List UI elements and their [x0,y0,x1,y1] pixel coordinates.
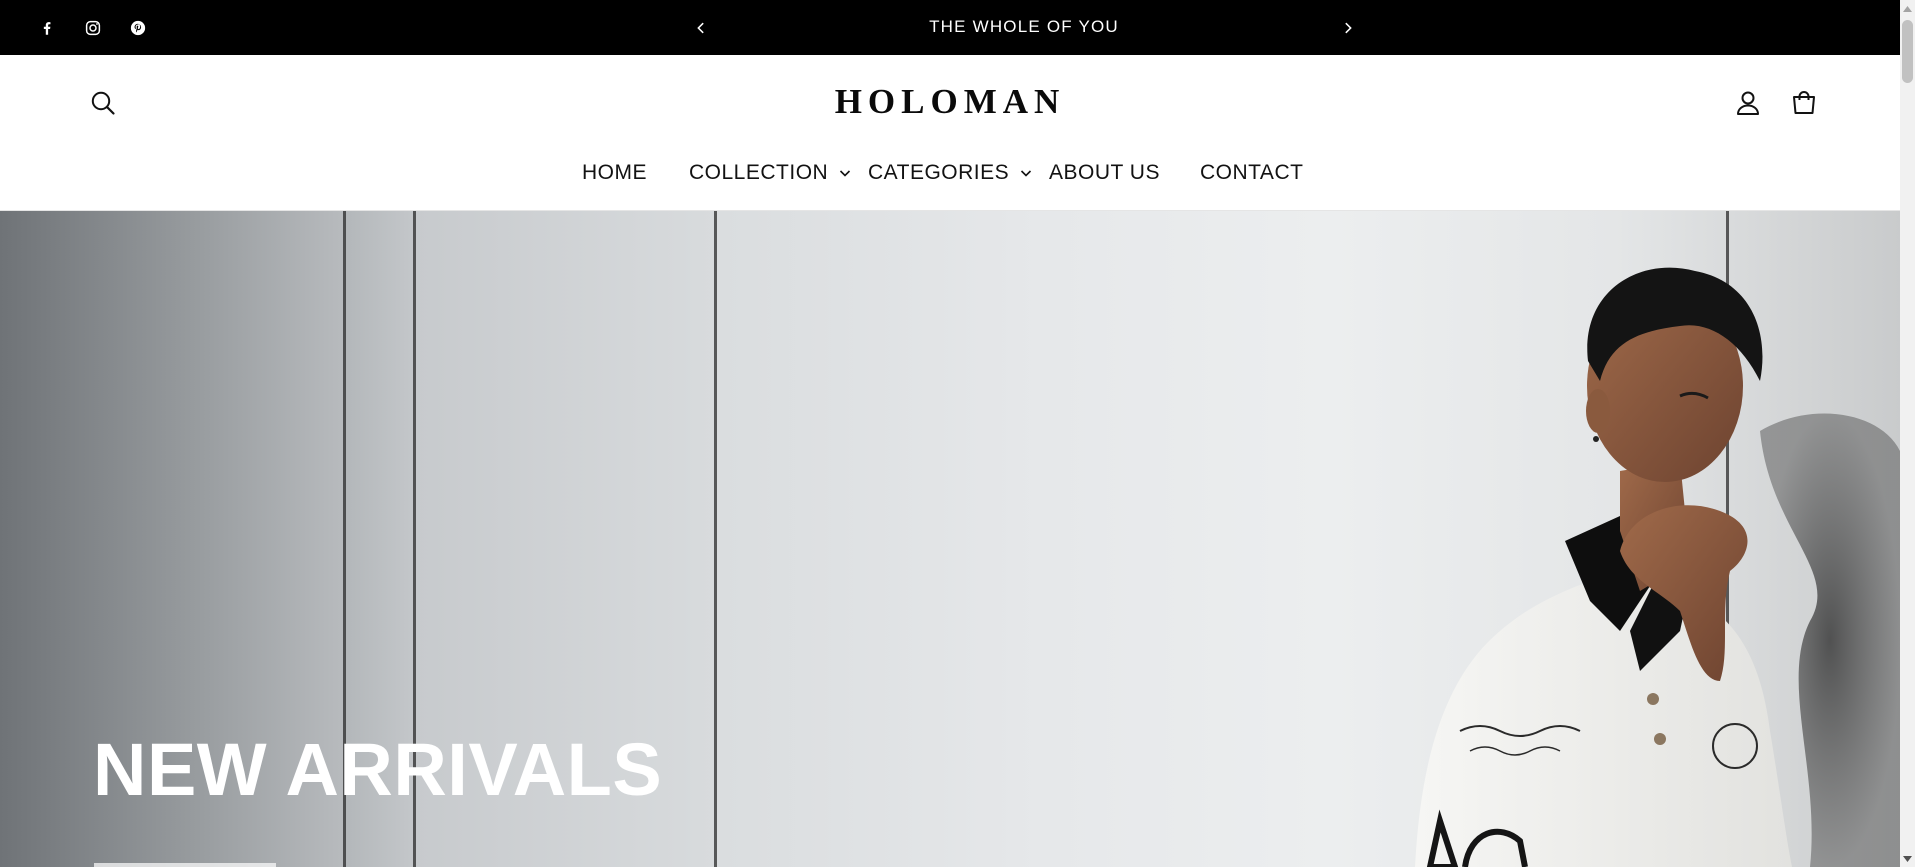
announcement-next-button[interactable] [1333,0,1363,55]
hero-banner: NEW ARRIVALS [0,211,1900,867]
nav-item-label: CATEGORIES [868,161,1010,184]
search-icon [91,91,115,115]
page-scrollbar[interactable] [1900,0,1915,867]
cart-icon [1793,91,1815,114]
scrollbar-thumb[interactable] [1902,20,1913,83]
site-header: HOLOMAN HOME COLLECTION CATEGORIES ABOUT… [0,55,1900,211]
nav-item-about-us[interactable]: ABOUT US [1049,153,1160,193]
hero-shop-button[interactable] [94,863,276,867]
nav-item-label: COLLECTION [689,161,829,184]
nav-item-label: ABOUT US [1049,161,1160,184]
pinterest-icon[interactable] [123,0,153,55]
page: THE WHOLE OF YOU HOLOMAN HOME COLLECTION… [0,0,1900,867]
nav-item-contact[interactable]: CONTACT [1200,153,1303,193]
announcement-prev-button[interactable] [686,0,716,55]
account-button[interactable] [1726,81,1770,125]
instagram-icon[interactable] [78,0,108,55]
nav-item-home[interactable]: HOME [582,153,647,193]
announcement-bar: THE WHOLE OF YOU [0,0,1900,55]
chevron-down-icon [1021,170,1032,177]
hero-model-image [1415,267,1900,867]
nav-item-label: CONTACT [1200,161,1304,184]
chevron-down-icon [840,170,851,177]
search-button[interactable] [81,81,125,125]
nav-item-collection[interactable]: COLLECTION [689,153,852,193]
scroll-up-arrow-icon[interactable] [1900,0,1915,17]
chevron-right-icon [1345,22,1352,33]
hero-wall-line [714,211,717,867]
announcement-text: THE WHOLE OF YOU [929,17,1119,36]
chevron-left-icon [697,22,704,33]
account-icon [1737,91,1759,115]
nav-item-categories[interactable]: CATEGORIES [868,153,1033,193]
scroll-down-arrow-icon[interactable] [1900,850,1915,867]
facebook-icon[interactable] [32,0,62,55]
logo[interactable]: HOLOMAN [750,82,1150,122]
hero-title: NEW ARRIVALS [93,728,663,811]
nav-item-label: HOME [582,161,647,184]
cart-button[interactable] [1782,81,1826,125]
